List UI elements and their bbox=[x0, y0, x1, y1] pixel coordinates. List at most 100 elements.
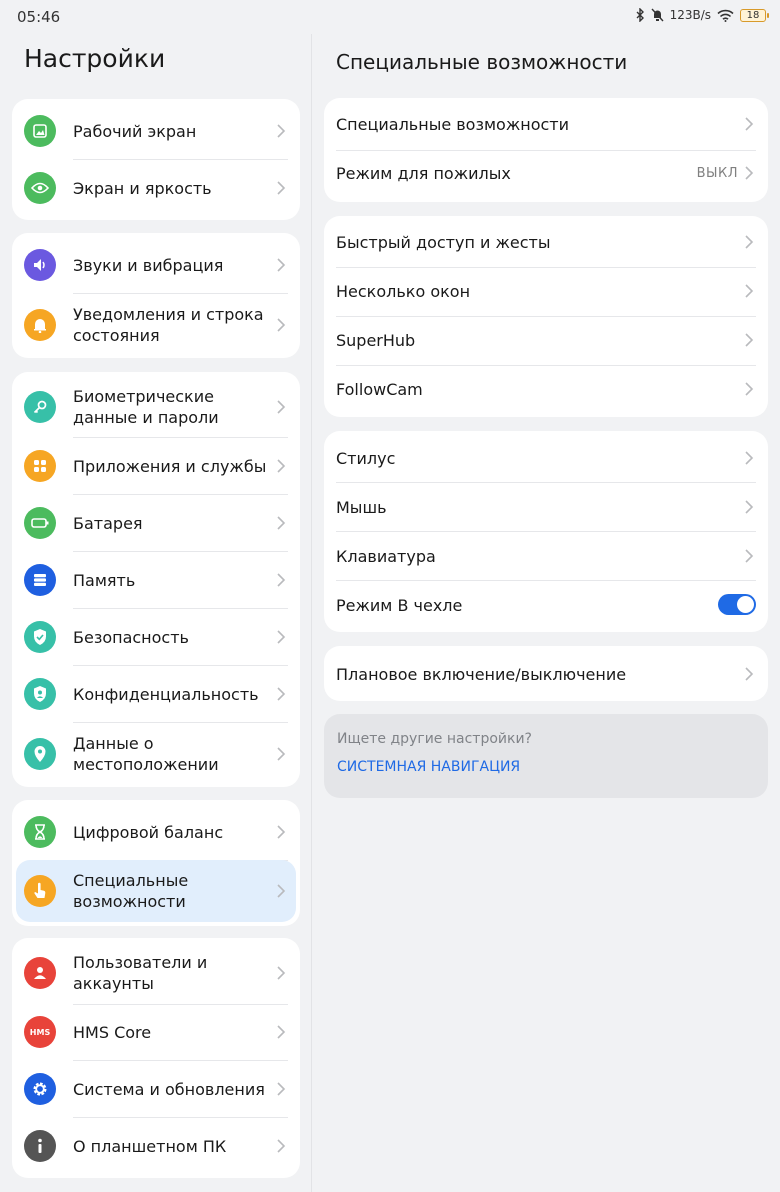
option-scheduled-power[interactable]: Плановое включение/выключение bbox=[324, 646, 768, 701]
location-pin-icon bbox=[24, 738, 56, 770]
user-icon bbox=[24, 957, 56, 989]
system-navigation-link[interactable]: СИСТЕМНАЯ НАВИГАЦИЯ bbox=[337, 759, 520, 775]
menu-item-security[interactable]: Безопасность bbox=[12, 609, 300, 665]
network-speed: 123B/s bbox=[669, 8, 711, 22]
chevron-right-icon bbox=[277, 825, 286, 839]
option-followcam[interactable]: FollowCam bbox=[324, 365, 768, 417]
option-label: FollowCam bbox=[336, 380, 423, 399]
chevron-right-icon bbox=[745, 382, 754, 396]
chevron-right-icon bbox=[277, 318, 286, 332]
chevron-right-icon bbox=[745, 235, 754, 249]
wifi-icon bbox=[717, 9, 734, 22]
chevron-right-icon bbox=[277, 1082, 286, 1096]
hms-core-icon: HMS bbox=[24, 1016, 56, 1048]
menu-item-biometrics[interactable]: Биометрические данные и пароли bbox=[12, 376, 300, 438]
option-cover-mode: Режим В чехле bbox=[324, 580, 768, 632]
menu-item-label: Память bbox=[73, 571, 136, 590]
status-bar: 05:46 123B/s 18 bbox=[0, 0, 780, 34]
left-panel-title: Настройки bbox=[24, 44, 166, 73]
storage-icon bbox=[24, 564, 56, 596]
option-label: SuperHub bbox=[336, 331, 416, 350]
shield-check-icon bbox=[24, 621, 56, 653]
menu-item-home-screen[interactable]: Рабочий экран bbox=[12, 103, 300, 159]
option-stylus[interactable]: Стилус bbox=[324, 431, 768, 482]
option-senior-mode[interactable]: Режим для пожилых ВЫКЛ bbox=[324, 150, 768, 202]
chevron-right-icon bbox=[277, 573, 286, 587]
menu-item-label: HMS Core bbox=[73, 1023, 152, 1042]
menu-item-label: Безопасность bbox=[73, 628, 189, 647]
menu-item-system-updates[interactable]: Система и обновления bbox=[12, 1061, 300, 1117]
chevron-right-icon bbox=[745, 117, 754, 131]
chevron-right-icon bbox=[745, 333, 754, 347]
chevron-right-icon bbox=[277, 1139, 286, 1153]
accessibility-group-input: Стилус Мышь Клавиатура Режим В чехле bbox=[324, 431, 768, 632]
chevron-right-icon bbox=[277, 687, 286, 701]
bell-icon bbox=[24, 309, 56, 341]
menu-item-hms-core[interactable]: HMS HMS Core bbox=[12, 1004, 300, 1060]
battery-icon: 18 bbox=[740, 8, 769, 22]
option-label: Клавиатура bbox=[336, 547, 436, 566]
battery-icon bbox=[24, 507, 56, 539]
home-screen-icon bbox=[24, 115, 56, 147]
hand-icon bbox=[24, 875, 56, 907]
chevron-right-icon bbox=[277, 400, 286, 414]
menu-item-privacy[interactable]: Конфиденциальность bbox=[12, 666, 300, 722]
chevron-right-icon bbox=[277, 1025, 286, 1039]
menu-item-about[interactable]: О планшетном ПК bbox=[12, 1118, 300, 1174]
other-settings-question: Ищете другие настройки? bbox=[337, 731, 532, 747]
menu-item-label: Рабочий экран bbox=[73, 122, 197, 141]
chevron-right-icon bbox=[277, 258, 286, 272]
battery-level: 18 bbox=[746, 9, 760, 21]
menu-item-display-brightness[interactable]: Экран и яркость bbox=[12, 160, 300, 216]
option-multi-window[interactable]: Несколько окон bbox=[324, 267, 768, 316]
option-label: Режим В чехле bbox=[336, 596, 463, 615]
option-label: Несколько окон bbox=[336, 282, 471, 301]
chevron-right-icon bbox=[277, 516, 286, 530]
option-accessibility[interactable]: Специальные возможности bbox=[324, 98, 768, 150]
menu-item-apps[interactable]: Приложения и службы bbox=[12, 438, 300, 494]
menu-item-label: Система и обновления bbox=[73, 1080, 265, 1099]
menu-item-battery[interactable]: Батарея bbox=[12, 495, 300, 551]
eye-icon bbox=[24, 172, 56, 204]
hourglass-icon bbox=[24, 816, 56, 848]
chevron-right-icon bbox=[277, 747, 286, 761]
status-icons: 123B/s 18 bbox=[635, 8, 769, 22]
cover-mode-toggle[interactable] bbox=[718, 594, 756, 615]
option-keyboard[interactable]: Клавиатура bbox=[324, 531, 768, 580]
option-mouse[interactable]: Мышь bbox=[324, 482, 768, 531]
menu-item-notifications[interactable]: Уведомления и строка состояния bbox=[12, 294, 300, 356]
chevron-right-icon bbox=[277, 124, 286, 138]
option-label: Режим для пожилых bbox=[336, 164, 511, 183]
chevron-right-icon bbox=[277, 884, 286, 898]
accessibility-group-main: Специальные возможности Режим для пожилы… bbox=[324, 98, 768, 202]
option-shortcuts-gestures[interactable]: Быстрый доступ и жесты bbox=[324, 216, 768, 267]
menu-item-label: Данные о местоположении bbox=[73, 734, 219, 774]
key-icon bbox=[24, 391, 56, 423]
option-superhub[interactable]: SuperHub bbox=[324, 316, 768, 365]
mute-bell-icon bbox=[651, 8, 664, 22]
menu-item-storage[interactable]: Память bbox=[12, 552, 300, 608]
menu-item-users[interactable]: Пользователи и аккаунты bbox=[12, 942, 300, 1004]
option-label: Специальные возможности bbox=[336, 115, 570, 134]
settings-group-sound: Звуки и вибрация Уведомления и строка со… bbox=[12, 233, 300, 358]
menu-item-accessibility[interactable]: Специальные возможности bbox=[16, 860, 296, 922]
menu-item-label: Специальные возможности bbox=[73, 871, 189, 911]
chevron-right-icon bbox=[277, 181, 286, 195]
info-icon bbox=[24, 1130, 56, 1162]
option-label: Мышь bbox=[336, 498, 387, 517]
chevron-right-icon bbox=[745, 667, 754, 681]
panel-divider bbox=[311, 34, 312, 1192]
option-label: Плановое включение/выключение bbox=[336, 665, 627, 684]
menu-item-sounds[interactable]: Звуки и вибрация bbox=[12, 237, 300, 293]
chevron-right-icon bbox=[745, 500, 754, 514]
accessibility-group-gestures: Быстрый доступ и жесты Несколько окон Su… bbox=[324, 216, 768, 417]
chevron-right-icon bbox=[745, 284, 754, 298]
gear-icon bbox=[24, 1073, 56, 1105]
menu-item-digital-balance[interactable]: Цифровой баланс bbox=[12, 804, 300, 860]
menu-item-label: Конфиденциальность bbox=[73, 685, 259, 704]
privacy-shield-icon bbox=[24, 678, 56, 710]
menu-item-label: О планшетном ПК bbox=[73, 1137, 227, 1156]
status-time: 05:46 bbox=[17, 8, 61, 26]
menu-item-location[interactable]: Данные о местоположении bbox=[12, 723, 300, 785]
chevron-right-icon bbox=[745, 166, 754, 180]
